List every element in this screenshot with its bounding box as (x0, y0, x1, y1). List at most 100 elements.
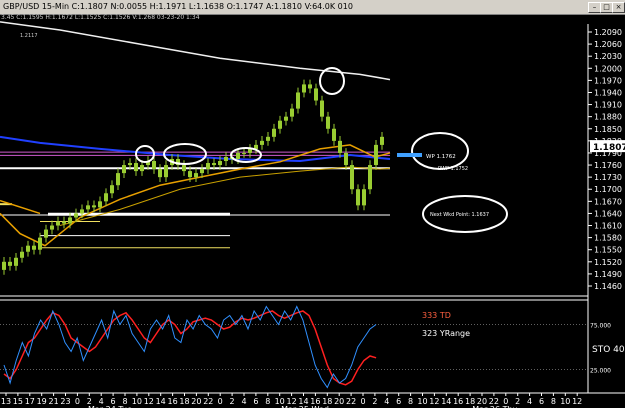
price-tick-label: 1.1700 (594, 185, 622, 194)
price-tick-label: 1.2030 (594, 52, 622, 61)
time-tick-label: 12 (144, 397, 154, 406)
candle-body (26, 245, 30, 252)
candle-body (242, 152, 246, 154)
time-tick-label: 14 (441, 397, 451, 406)
time-tick-label: 23 (60, 397, 70, 406)
price-tick-label: 1.1460 (594, 282, 622, 291)
candle-body (350, 165, 354, 190)
candle-body (110, 185, 114, 194)
price-tick-label: 1.2000 (594, 64, 622, 73)
candle-body (338, 140, 342, 153)
price-tick-label: 1.1940 (594, 88, 622, 97)
price-tick-label: 1.1580 (594, 234, 622, 243)
current-price-label: 1.1807 (593, 143, 625, 153)
time-tick-label: 0 (360, 397, 365, 406)
candle-body (218, 161, 222, 166)
time-tick-label: 8 (265, 397, 270, 406)
candle-body (290, 108, 294, 117)
candle-body (200, 169, 204, 174)
price-tick-label: 1.1490 (594, 270, 622, 279)
time-tick-label: 14 (156, 397, 166, 406)
time-tick-label: 18 (179, 397, 189, 406)
price-tick-label: 1.1670 (594, 197, 622, 206)
candle-body (182, 165, 186, 172)
time-tick-label: 15 (13, 397, 23, 406)
candle-body (38, 237, 42, 250)
candle-body (326, 116, 330, 129)
candle-body (158, 169, 162, 178)
candle-body (86, 205, 90, 210)
candle-body (2, 261, 6, 270)
time-tick-label: 10 (560, 397, 570, 406)
window-titlebar: GBP/USD 15-Min C:1.1807 N:0.0055 H:1.197… (0, 0, 625, 15)
candle-body (284, 116, 288, 121)
chart-canvas[interactable]: 1.2090 1.2060 1.2030 1.2000 1.1970 1.1940 1.19… (0, 0, 625, 408)
top-marker-label: 1.2117 (20, 33, 38, 39)
close-button[interactable]: × (612, 2, 625, 13)
candle-body (248, 148, 252, 153)
candle-body (44, 229, 48, 238)
price-tick-label: 1.1760 (594, 161, 622, 170)
time-tick-label: 16 (453, 397, 463, 406)
candle-body (278, 120, 282, 129)
time-tick-label: 10 (132, 397, 142, 406)
time-tick-label: 2 (372, 397, 377, 406)
candle-body (104, 193, 108, 202)
candle-body (344, 152, 348, 166)
candle-body (308, 84, 312, 89)
candle-body (380, 136, 384, 145)
candle-body (122, 165, 126, 174)
candle-body (194, 173, 198, 178)
price-tick-label: 1.1850 (594, 125, 622, 134)
td-label: 333 TD (422, 311, 451, 320)
time-tick-label: 2 (230, 397, 235, 406)
candle-body (302, 84, 306, 93)
time-tick-label: 20 (191, 397, 201, 406)
window-title: GBP/USD 15-Min C:1.1807 N:0.0055 H:1.197… (3, 2, 353, 11)
time-tick-label: 22 (346, 397, 356, 406)
candle-body (374, 144, 378, 166)
price-tick-label: 1.1910 (594, 101, 622, 110)
candle-body (188, 171, 192, 178)
time-tick-label: 4 (241, 397, 246, 406)
price-tick-label: 1.2090 (594, 28, 622, 37)
candle-body (32, 245, 36, 250)
time-tick-label: 8 (551, 397, 556, 406)
candle-body (368, 165, 372, 190)
info-line-text: 3.45 C:1.1595 H:1.1672 L:1.1525 C:1.1526… (1, 14, 200, 21)
candle-body (212, 163, 216, 166)
candle-body (266, 136, 270, 141)
time-tick-label: 20 (334, 397, 344, 406)
price-tick-label: 1.1730 (594, 173, 622, 182)
osc-axis-label: STO 40 (592, 345, 625, 355)
time-tick-label: 21 (49, 397, 59, 406)
time-tick-label: 6 (253, 397, 258, 406)
time-tick-label: 4 (527, 397, 532, 406)
candle-body (68, 217, 72, 224)
time-tick-label: 22 (203, 397, 213, 406)
next-pivot-label: Next Wkd Point: 1.1637 (430, 212, 489, 218)
candle-body (236, 152, 240, 159)
candle-body (74, 213, 78, 218)
time-tick-label: 17 (25, 397, 35, 406)
wp-label: WP 1.1762 (426, 154, 456, 160)
candle-body (20, 251, 24, 258)
candle-body (8, 261, 12, 266)
time-tick-label: 13 (1, 397, 11, 406)
candle-body (296, 92, 300, 109)
candle-body (260, 140, 264, 145)
time-tick-label: 6 (539, 397, 544, 406)
indicator-info-line: 3.45 C:1.1595 H:1.1672 L:1.1525 C:1.1526… (0, 14, 625, 23)
candle-body (128, 163, 132, 166)
candle-body (140, 165, 144, 172)
osc-tick-label: 75.000 (590, 323, 611, 330)
time-tick-label: 0 (75, 397, 80, 406)
time-tick-label: 10 (417, 397, 427, 406)
candle-body (206, 163, 210, 170)
yrange-label: 323 YRange (422, 329, 470, 338)
candle-body (164, 165, 168, 178)
candle-body (272, 128, 276, 137)
candle-body (116, 173, 120, 186)
pivot-label: PWP 1.1752 (438, 166, 468, 172)
time-tick-label: 0 (218, 397, 223, 406)
